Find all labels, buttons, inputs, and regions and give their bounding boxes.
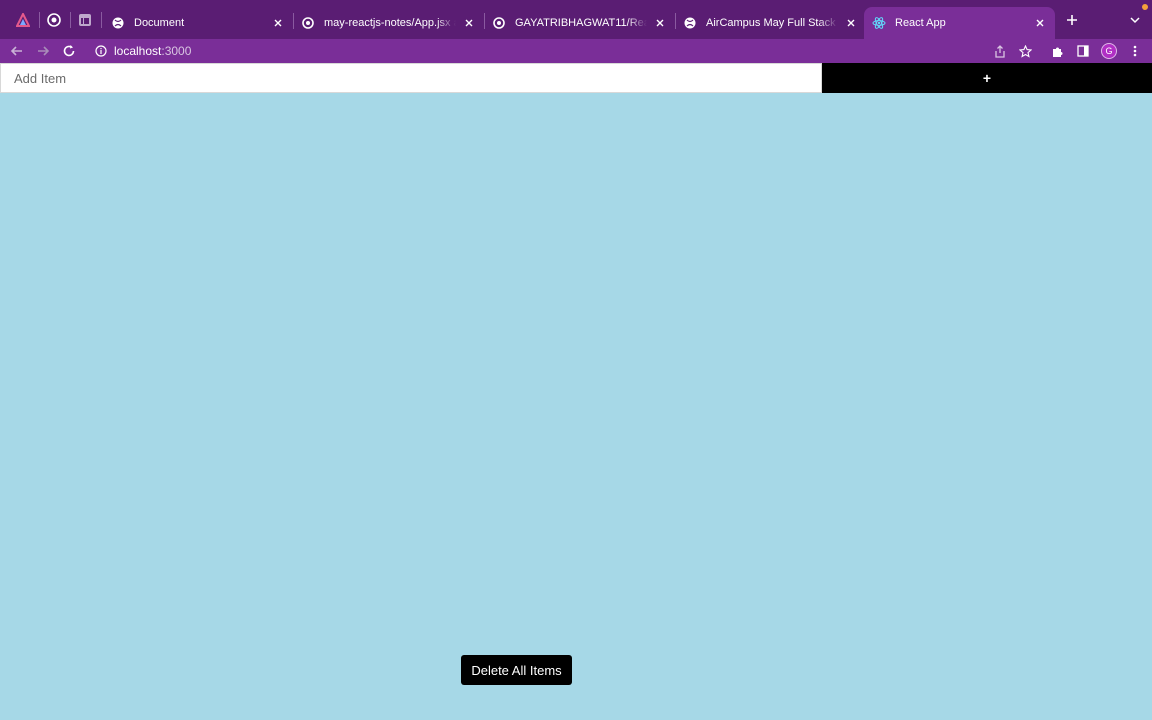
tab-react-app[interactable]: React App bbox=[864, 7, 1055, 39]
close-tab-icon[interactable] bbox=[462, 16, 476, 30]
add-item-input[interactable] bbox=[0, 63, 822, 93]
puzzle-icon bbox=[1052, 47, 1062, 57]
globe-icon bbox=[683, 16, 697, 30]
forward-button[interactable] bbox=[32, 40, 54, 62]
close-tab-icon[interactable] bbox=[271, 16, 285, 30]
github-icon bbox=[47, 13, 61, 27]
extensions-button[interactable] bbox=[1046, 40, 1068, 62]
logo-icon bbox=[16, 13, 30, 27]
share-button[interactable] bbox=[989, 40, 1011, 62]
tab-title: AirCampus May Full Stack Web bbox=[706, 17, 838, 29]
plus-icon bbox=[1067, 15, 1077, 25]
tab-document[interactable]: Document bbox=[103, 7, 293, 39]
share-icon bbox=[995, 44, 1005, 58]
new-tab-button[interactable] bbox=[1062, 10, 1082, 30]
tab-search-button[interactable] bbox=[1126, 10, 1144, 30]
add-item-row: + bbox=[0, 63, 1152, 93]
url-port: :3000 bbox=[161, 44, 192, 58]
close-tab-icon[interactable] bbox=[844, 16, 858, 30]
side-panel-icon bbox=[1077, 45, 1089, 57]
tab-divider bbox=[101, 12, 102, 28]
url-host: localhost bbox=[114, 44, 162, 58]
star-icon bbox=[1018, 44, 1032, 58]
tab-title: Document bbox=[134, 17, 185, 29]
info-icon[interactable] bbox=[94, 44, 108, 58]
tab-github-repo[interactable]: GAYATRIBHAGWAT11/React_m bbox=[484, 7, 675, 39]
profile-avatar[interactable]: G bbox=[1101, 43, 1117, 59]
pinned-tab-linkedin[interactable] bbox=[74, 9, 96, 31]
browser-tab-strip: Document may-reactjs-notes/App.jsx at ma… bbox=[0, 0, 1152, 39]
delete-all-items-button[interactable]: Delete All Items bbox=[461, 655, 572, 685]
tab-aircampus[interactable]: AirCampus May Full Stack Web bbox=[675, 7, 866, 39]
close-tab-icon[interactable] bbox=[653, 16, 667, 30]
chevron-down-icon bbox=[1130, 17, 1140, 24]
reload-button[interactable] bbox=[58, 40, 80, 62]
kebab-menu-icon bbox=[1133, 45, 1137, 57]
github-icon bbox=[492, 16, 506, 30]
side-panel-button[interactable] bbox=[1072, 40, 1094, 62]
react-icon bbox=[872, 16, 886, 30]
update-indicator-dot bbox=[1142, 4, 1148, 10]
tab-title: may-reactjs-notes/App.jsx at main bbox=[324, 17, 456, 29]
globe-icon bbox=[111, 16, 125, 30]
tab-title: React App bbox=[895, 17, 946, 29]
tab-title: GAYATRIBHAGWAT11/React_m bbox=[515, 17, 647, 29]
tab-divider bbox=[39, 12, 40, 28]
linkedin-icon bbox=[79, 14, 91, 26]
close-tab-icon[interactable] bbox=[1033, 16, 1047, 30]
add-item-button[interactable]: + bbox=[822, 63, 1152, 93]
github-icon bbox=[301, 16, 315, 30]
arrow-right-icon bbox=[38, 46, 50, 56]
address-bar[interactable]: localhost:3000 bbox=[86, 39, 1042, 63]
url-text: localhost:3000 bbox=[114, 44, 191, 58]
pinned-tab-logo[interactable] bbox=[12, 9, 34, 31]
browser-menu-button[interactable] bbox=[1124, 40, 1146, 62]
browser-toolbar: localhost:3000 G bbox=[0, 39, 1152, 63]
back-button[interactable] bbox=[6, 40, 28, 62]
tab-divider bbox=[70, 12, 71, 28]
pinned-tab-github[interactable] bbox=[43, 9, 65, 31]
tab-github-app-jsx[interactable]: may-reactjs-notes/App.jsx at main bbox=[293, 7, 484, 39]
arrow-left-icon bbox=[10, 46, 22, 56]
bookmark-button[interactable] bbox=[1014, 40, 1036, 62]
reload-icon bbox=[63, 45, 75, 57]
